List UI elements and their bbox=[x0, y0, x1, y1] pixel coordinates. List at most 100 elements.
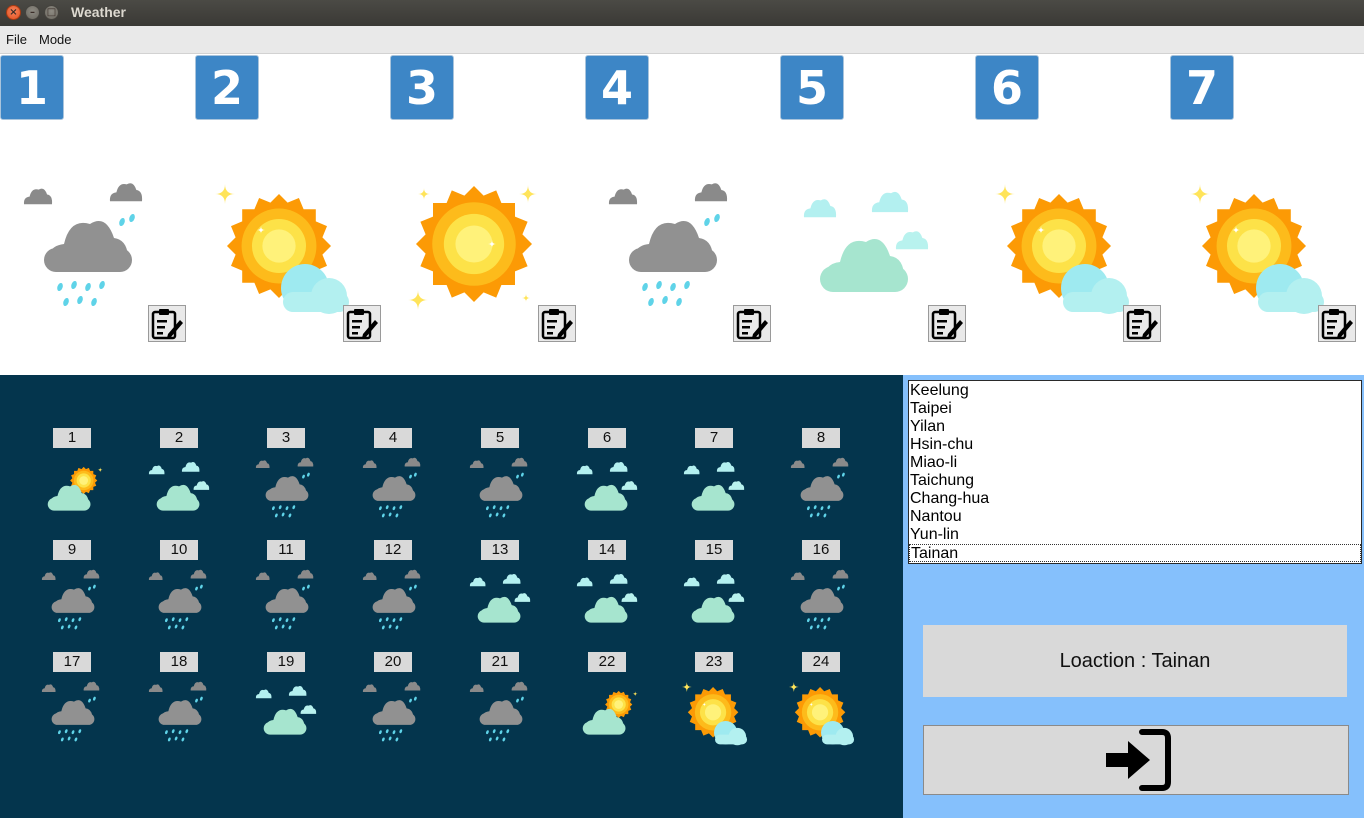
hour-label: 11 bbox=[267, 540, 305, 560]
hour-forecast-18: 18 bbox=[146, 652, 216, 752]
hour-weather-icon-wrap bbox=[788, 456, 856, 522]
hour-forecast-17: 17 bbox=[39, 652, 109, 752]
hour-weather-icon-wrap bbox=[467, 456, 535, 522]
cloud-rain-icon bbox=[362, 681, 421, 742]
day-number-badge: 3 bbox=[390, 55, 454, 120]
day-number-badge: 5 bbox=[780, 55, 844, 120]
location-item[interactable]: Tainan bbox=[909, 544, 1361, 562]
hour-weather-icon-wrap bbox=[39, 456, 107, 522]
sun-cloud-icon bbox=[1190, 184, 1324, 314]
hour-label: 13 bbox=[481, 540, 519, 560]
hour-forecast-2: 2 bbox=[146, 428, 216, 528]
cloud-rain-icon bbox=[362, 457, 421, 518]
cloud-rain-icon bbox=[469, 457, 528, 518]
cloud-rain-icon bbox=[23, 183, 143, 307]
hour-label: 10 bbox=[160, 540, 198, 560]
day-number-badge: 2 bbox=[195, 55, 259, 120]
hour-forecast-12: 12 bbox=[360, 540, 430, 640]
hour-forecast-21: 21 bbox=[467, 652, 537, 752]
hour-label: 2 bbox=[160, 428, 198, 448]
location-item[interactable]: Hsin-chu bbox=[909, 436, 1361, 454]
location-panel: Keelung Taipei Yilan Hsin-chu Miao-li Taichun… bbox=[903, 375, 1364, 818]
cloud-rain-icon bbox=[469, 681, 528, 742]
hour-weather-icon-wrap bbox=[360, 680, 428, 746]
sun-cloud-icon bbox=[788, 682, 855, 746]
hour-label: 7 bbox=[695, 428, 733, 448]
hour-forecast-22: 22 bbox=[574, 652, 644, 752]
hour-label: 1 bbox=[53, 428, 91, 448]
location-list[interactable]: Keelung Taipei Yilan Hsin-chu Miao-li Taichun… bbox=[908, 380, 1362, 564]
hour-label: 6 bbox=[588, 428, 626, 448]
hour-forecast-15: 15 bbox=[681, 540, 751, 640]
hour-weather-icon-wrap bbox=[253, 456, 321, 522]
hour-forecast-7: 7 bbox=[681, 428, 751, 528]
hour-label: 14 bbox=[588, 540, 626, 560]
clipboard-edit-icon bbox=[151, 309, 183, 340]
menu-file[interactable]: File bbox=[6, 32, 27, 47]
hour-label: 19 bbox=[267, 652, 305, 672]
edit-day-button[interactable] bbox=[733, 305, 771, 342]
window-maximize-button[interactable]: □ bbox=[44, 5, 59, 20]
exit-icon bbox=[1106, 729, 1171, 791]
location-item[interactable]: Miao-li bbox=[909, 454, 1361, 472]
cloud-rain-icon bbox=[41, 569, 100, 630]
sun-cloud-icon bbox=[681, 682, 748, 746]
cloudy-icon bbox=[148, 461, 210, 511]
hour-label: 18 bbox=[160, 652, 198, 672]
day-number-badge: 4 bbox=[585, 55, 649, 120]
cloudy-icon bbox=[469, 573, 531, 623]
hour-label: 5 bbox=[481, 428, 519, 448]
edit-day-button[interactable] bbox=[1123, 305, 1161, 342]
hour-forecast-11: 11 bbox=[253, 540, 323, 640]
menu-mode[interactable]: Mode bbox=[39, 32, 72, 47]
hour-weather-icon-wrap bbox=[253, 568, 321, 634]
hour-label: 23 bbox=[695, 652, 733, 672]
hour-forecast-10: 10 bbox=[146, 540, 216, 640]
day-number-badge: 1 bbox=[0, 55, 64, 120]
day-forecast-1: 1 bbox=[0, 55, 195, 375]
cloud-rain-icon bbox=[255, 457, 314, 518]
edit-day-button[interactable] bbox=[538, 305, 576, 342]
hour-weather-icon-wrap bbox=[146, 680, 214, 746]
location-item[interactable]: Nantou bbox=[909, 508, 1361, 526]
partly-sunny-icon bbox=[582, 690, 638, 735]
clipboard-edit-icon bbox=[931, 309, 963, 340]
window-close-button[interactable]: × bbox=[6, 5, 21, 20]
location-item[interactable]: Yun-lin bbox=[909, 526, 1361, 544]
cloud-rain-icon bbox=[148, 681, 207, 742]
title-bar: × – □ Weather bbox=[0, 0, 1364, 26]
hour-forecast-20: 20 bbox=[360, 652, 430, 752]
edit-day-button[interactable] bbox=[148, 305, 186, 342]
hour-forecast-1: 1 bbox=[39, 428, 109, 528]
hour-forecast-24: 24 bbox=[788, 652, 858, 752]
cloud-rain-icon bbox=[790, 457, 849, 518]
cloud-rain-icon bbox=[790, 569, 849, 630]
cloud-rain-icon bbox=[148, 569, 207, 630]
edit-day-button[interactable] bbox=[928, 305, 966, 342]
location-item[interactable]: Keelung bbox=[909, 382, 1361, 400]
hour-weather-icon-wrap bbox=[681, 456, 749, 522]
cloud-rain-icon bbox=[255, 569, 314, 630]
cloud-rain-icon bbox=[608, 183, 728, 307]
cloudy-icon bbox=[683, 461, 745, 511]
location-item[interactable]: Yilan bbox=[909, 418, 1361, 436]
location-item[interactable]: Taipei bbox=[909, 400, 1361, 418]
hour-label: 9 bbox=[53, 540, 91, 560]
cloud-rain-icon bbox=[41, 681, 100, 742]
edit-day-button[interactable] bbox=[343, 305, 381, 342]
hour-weather-icon-wrap bbox=[360, 568, 428, 634]
location-item[interactable]: Taichung bbox=[909, 472, 1361, 490]
hour-weather-icon-wrap bbox=[788, 568, 856, 634]
edit-day-button[interactable] bbox=[1318, 305, 1356, 342]
hour-forecast-19: 19 bbox=[253, 652, 323, 752]
location-item[interactable]: Chang-hua bbox=[909, 490, 1361, 508]
cloudy-icon bbox=[803, 191, 929, 292]
window-minimize-button[interactable]: – bbox=[25, 5, 40, 20]
exit-button[interactable] bbox=[923, 725, 1349, 795]
menu-bar: File Mode bbox=[0, 26, 1364, 54]
hour-forecast-23: 23 bbox=[681, 652, 751, 752]
hour-weather-icon-wrap bbox=[574, 456, 642, 522]
day-forecast-6: 6 bbox=[975, 55, 1170, 375]
hour-label: 20 bbox=[374, 652, 412, 672]
maximize-icon: □ bbox=[46, 7, 57, 18]
